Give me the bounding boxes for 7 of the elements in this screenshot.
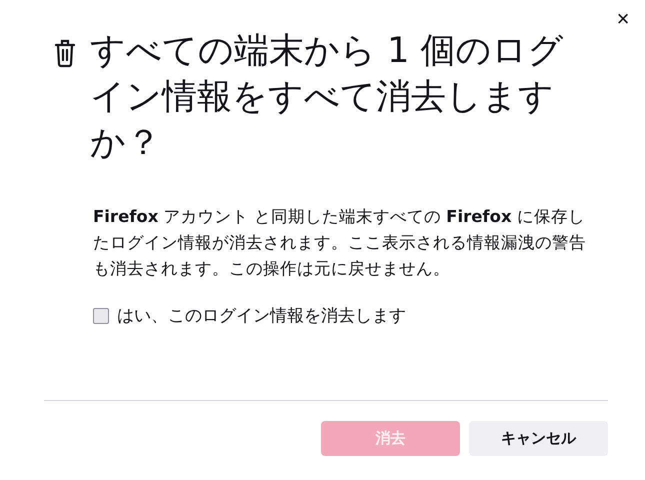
close-button[interactable]: × — [609, 6, 637, 32]
checkbox-label[interactable]: はい、このログイン情報を消去します — [117, 304, 406, 327]
cancel-button[interactable]: キャンセル — [469, 421, 608, 456]
confirm-checkbox[interactable] — [93, 308, 109, 324]
dialog-title: すべての端末から 1 個のログイン情報をすべて消去しますか？ — [90, 30, 565, 165]
trash-icon — [54, 38, 76, 68]
warning-message: Firefox アカウント と同期した端末すべての Firefox に保存したログイン情報が消去されます。ここ表示される情報漏洩の警告も消去されます。この操作は元に戻せません。 — [93, 206, 587, 280]
